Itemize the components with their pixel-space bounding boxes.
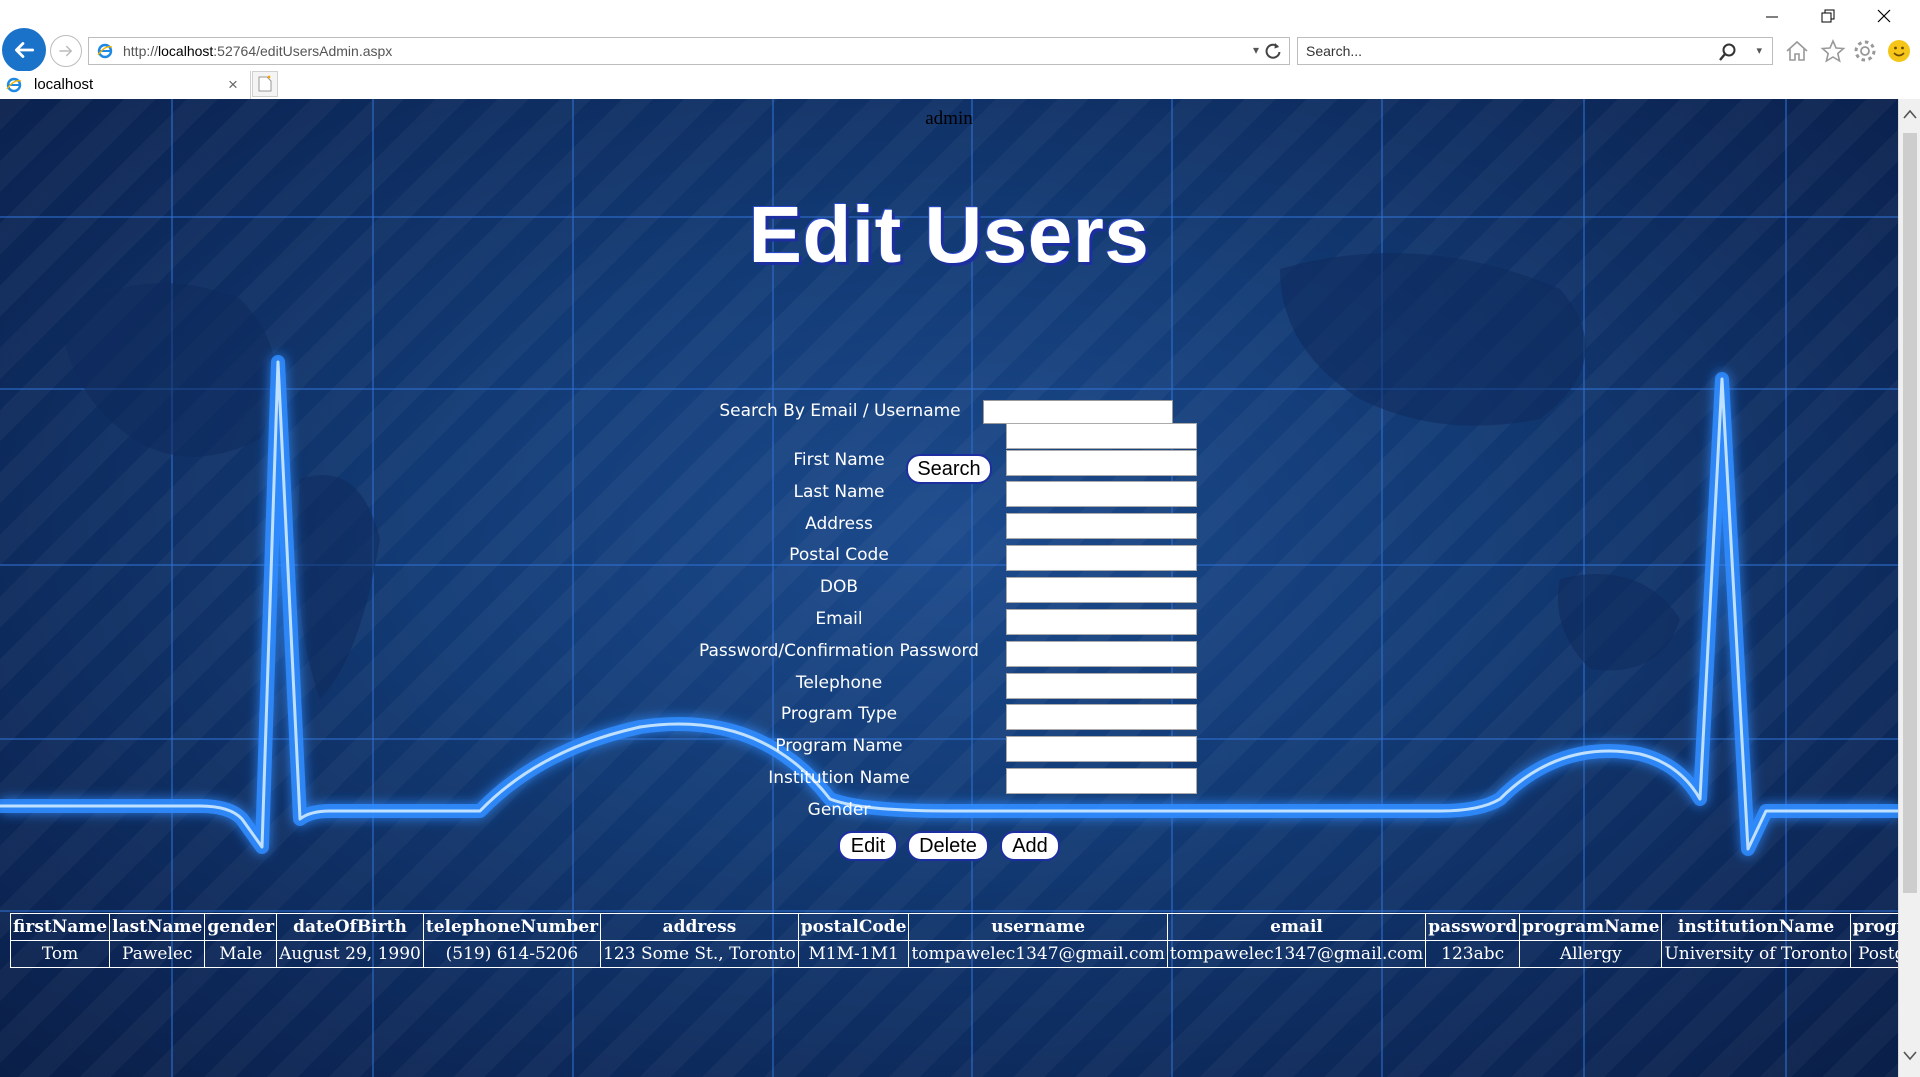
field-label: Email (815, 609, 863, 629)
table-cell: Postgraduate (1849, 940, 1898, 968)
ie-logo-icon (97, 43, 113, 59)
chevron-down-icon[interactable]: ▾ (1253, 43, 1259, 57)
program-type-input[interactable] (1006, 673, 1197, 699)
column-header: address (600, 913, 799, 941)
browser-search-input[interactable] (1298, 38, 1714, 64)
column-header: postalCode (797, 913, 910, 941)
table-cell: M1M-1M1 (797, 940, 910, 968)
url-scheme: http:// (123, 43, 159, 59)
field-label: Program Name (775, 736, 903, 756)
column-header: institutionName (1661, 913, 1851, 941)
column-header: email (1166, 913, 1427, 941)
scrollbar-thumb[interactable] (1903, 133, 1917, 893)
users-table: firstName lastName gender dateOfBirth te… (9, 913, 1898, 968)
vertical-scrollbar[interactable] (1898, 99, 1920, 1077)
table-row[interactable]: Tom Pawelec Male August 29, 1990 (519) 6… (9, 940, 1898, 968)
address-input[interactable] (1006, 481, 1197, 507)
ie-logo-icon (6, 77, 22, 93)
browser-tab[interactable]: localhost × (0, 71, 251, 99)
new-tab-icon (258, 75, 272, 92)
column-header: dateOfBirth (276, 913, 424, 941)
table-header-row: firstName lastName gender dateOfBirth te… (9, 913, 1898, 941)
table-cell: 123 Some St., Toronto (600, 940, 799, 968)
minimize-icon[interactable] (1762, 6, 1782, 26)
new-tab-button[interactable] (252, 71, 278, 97)
field-label: Postal Code (789, 545, 889, 565)
page-viewport: admin Edit Users Search By Email / Usern… (0, 99, 1898, 1077)
url-text[interactable]: http://localhost:52764/editUsersAdmin.as… (123, 43, 392, 59)
column-header: programType (1849, 913, 1898, 941)
program-name-input[interactable] (1006, 704, 1197, 730)
favorites-star-icon[interactable] (1820, 38, 1846, 64)
column-header: gender (204, 913, 278, 941)
search-label: Search By Email / Username (719, 401, 961, 421)
first-name-input[interactable] (1006, 423, 1197, 449)
column-header: programName (1519, 913, 1663, 941)
telephone-input[interactable] (1006, 641, 1197, 667)
field-label: Last Name (793, 482, 885, 502)
column-header: username (908, 913, 1168, 941)
table-cell: Male (204, 940, 278, 968)
logged-in-user: admin (925, 108, 973, 129)
gear-icon[interactable] (1852, 38, 1878, 64)
forward-button[interactable] (50, 35, 82, 67)
restore-icon[interactable] (1818, 6, 1838, 26)
dob-input[interactable] (1006, 545, 1197, 571)
table-cell: tompawelec1347@gmail.com (908, 940, 1168, 968)
smiley-feedback-icon[interactable] (1886, 38, 1912, 64)
column-header: telephoneNumber (422, 913, 602, 941)
table-cell: Allergy (1519, 940, 1663, 968)
chevron-down-icon[interactable]: ▾ (1756, 44, 1762, 57)
table-cell: (519) 614-5206 (422, 940, 602, 968)
arrow-left-icon (15, 42, 35, 58)
url-path: :52764/editUsersAdmin.aspx (213, 43, 393, 59)
field-label: DOB (819, 577, 859, 597)
address-bar[interactable]: http://localhost:52764/editUsersAdmin.as… (88, 37, 1290, 65)
table-cell: Pawelec (109, 940, 206, 968)
table-cell: tompawelec1347@gmail.com (1166, 940, 1427, 968)
chevron-up-icon[interactable] (1902, 107, 1918, 121)
tab-close-icon[interactable]: × (228, 75, 238, 95)
field-label: Password/Confirmation Password (699, 641, 979, 661)
delete-button[interactable]: Delete (907, 831, 989, 861)
edit-button[interactable]: Edit (838, 831, 898, 861)
tab-title: localhost (34, 76, 94, 93)
table-cell: August 29, 1990 (276, 940, 424, 968)
postal-code-input[interactable] (1006, 513, 1197, 539)
table-cell: 123abc (1425, 940, 1521, 968)
page-title: Edit Users (748, 190, 1150, 279)
field-label: First Name (793, 450, 885, 470)
gender-input[interactable] (1006, 768, 1197, 794)
field-label: Address (805, 514, 873, 534)
institution-name-input[interactable] (1006, 736, 1197, 762)
search-input[interactable] (983, 400, 1173, 424)
table-cell: University of Toronto (1661, 940, 1851, 968)
browser-search-box[interactable]: ▾ (1297, 37, 1773, 65)
chevron-down-icon[interactable] (1902, 1049, 1918, 1063)
last-name-input[interactable] (1006, 450, 1197, 476)
add-button[interactable]: Add (1000, 831, 1060, 861)
refresh-icon[interactable] (1263, 41, 1283, 61)
close-icon[interactable] (1874, 6, 1894, 26)
url-host: localhost (158, 43, 214, 59)
password-input[interactable] (1006, 609, 1197, 635)
field-label: Program Type (780, 704, 898, 724)
arrow-right-icon (59, 45, 72, 57)
back-button[interactable] (2, 28, 46, 72)
field-label: Telephone (795, 673, 883, 693)
table-cell: Tom (9, 940, 111, 968)
field-label: Gender (807, 800, 871, 820)
column-header: firstName (9, 913, 111, 941)
home-icon[interactable] (1784, 38, 1810, 64)
column-header: lastName (109, 913, 206, 941)
search-icon[interactable] (1718, 42, 1738, 62)
field-label: Institution Name (768, 768, 910, 788)
browser-chrome: http://localhost:52764/editUsersAdmin.as… (0, 0, 1920, 100)
email-input[interactable] (1006, 577, 1197, 603)
column-header: password (1425, 913, 1521, 941)
